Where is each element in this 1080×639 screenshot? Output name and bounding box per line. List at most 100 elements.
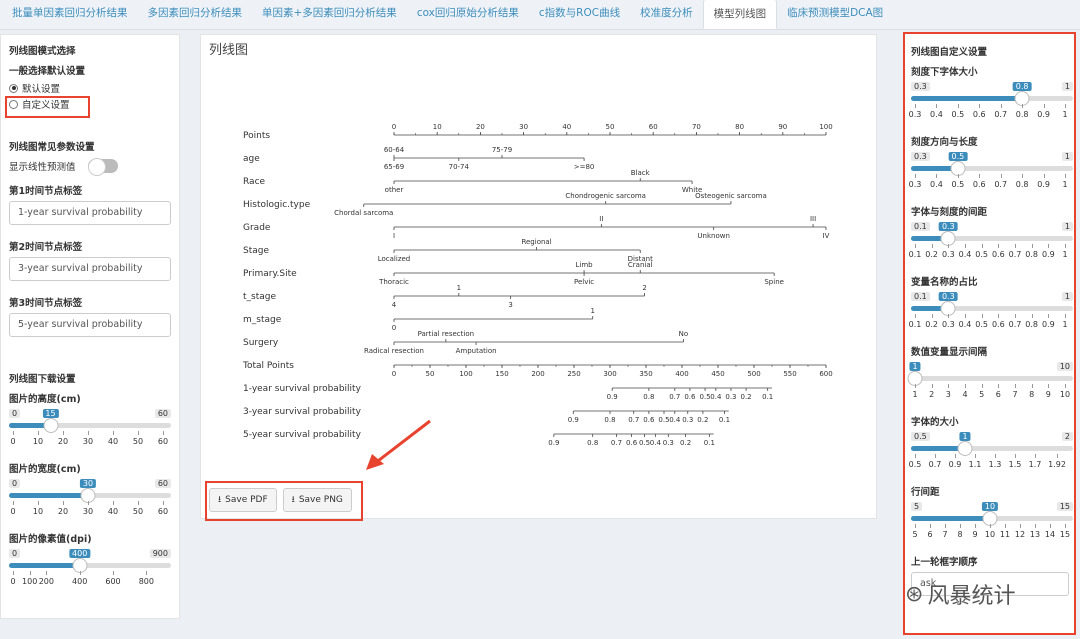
slider-tick-label: 800: [138, 577, 154, 586]
slider-tick-label: 1.1: [968, 460, 982, 469]
nomogram-tick-label: 0.1: [719, 416, 730, 424]
slider-tick-label: 5: [979, 390, 985, 399]
slider-tick: [915, 244, 916, 248]
s8-label: 上一轮框字顺序: [911, 557, 978, 568]
show-linear-row: 显示线性预测值: [9, 158, 171, 176]
nomogram-tick-label: 50: [426, 370, 435, 378]
slider-tick-label: 1: [1062, 180, 1068, 189]
slider-tick-label: 2: [929, 390, 935, 399]
slider-fill: [9, 563, 80, 568]
s5-label: 数值变量显示间隔: [911, 347, 988, 358]
nomogram-row-label: m_stage: [243, 315, 282, 325]
slider-tick: [1043, 174, 1045, 178]
slider-tick-label: 20: [57, 437, 69, 446]
slider-tick-labels: 0.1 0.2 0.3 0.4 0.5 0.6 0.7 0.8 0.9 1: [909, 250, 1073, 262]
slider-tick: [990, 524, 991, 528]
slider-tick: [981, 384, 983, 388]
nomogram-tick-label: III: [810, 215, 816, 223]
slider-tick: [936, 174, 938, 178]
s2-slider[interactable]: 0.3 1 0.5 0.3 0.4 0.5 0.6 0.7 0.8 0.9 1: [909, 152, 1073, 192]
slider-tick-labels: 5 6 7 8 9 10 11 12 13 14 15: [911, 530, 1073, 542]
slider-tick: [1020, 524, 1021, 528]
slider-tick-label: 1: [1062, 110, 1068, 119]
radio-default[interactable]: 默认设置: [9, 81, 171, 95]
slider-tick-label: 40: [107, 507, 119, 516]
slider-tick-label: 0.8: [1015, 180, 1029, 189]
slider-value-label: 0.3: [938, 292, 958, 301]
slider-tick-label: 4: [962, 390, 968, 399]
tab-5[interactable]: 校准度分析: [630, 0, 703, 29]
tab-0[interactable]: 批量单因素回归分析结果: [2, 0, 138, 29]
t2-input[interactable]: 3-year survival probability: [9, 257, 171, 281]
watermark: ⊛ 风暴统计: [905, 581, 1016, 610]
nomogram-tick-label: I: [393, 232, 395, 240]
slider-max-label: 900: [149, 549, 171, 558]
slider-tick-label: 10: [984, 530, 996, 539]
slider-tick: [995, 454, 996, 458]
s5-slider[interactable]: 10 1 1 2 3 4 5 6 7 8 9 10: [907, 362, 1073, 402]
slider-track[interactable]: [911, 376, 1073, 381]
slider-tick: [88, 501, 89, 505]
download-title: 列线图下载设置: [9, 374, 76, 385]
slider-value-label: 0.3: [938, 222, 958, 231]
slider-tick-label: 20: [57, 507, 69, 516]
nomogram-tick-label: 90: [778, 123, 787, 131]
slider-tick-label: 10: [32, 437, 44, 446]
slider-tick-labels: 0 100 200 400 600 800: [9, 577, 171, 589]
width-slider[interactable]: 0 60 30 0 10 20 30 40 50 60: [9, 479, 171, 519]
s6-slider[interactable]: 0.5 2 1 0.5 0.7 0.9 1.1 1.3 1.5 1.7 1.92: [909, 432, 1073, 472]
tab-1[interactable]: 多因素回归分析结果: [138, 0, 253, 29]
slider-tick-label: 1.92: [1048, 460, 1066, 469]
nomogram-tick-label: IV: [823, 232, 830, 240]
tab-2[interactable]: 单因素+多因素回归分析结果: [252, 0, 407, 29]
tab-3[interactable]: cox回归原始分析结果: [407, 0, 529, 29]
slider-tick: [1000, 174, 1002, 178]
slider-tick-label: 0.4: [958, 320, 972, 329]
nomogram-tick-label: 500: [747, 370, 760, 378]
nomogram-tick-label: 75-79: [492, 146, 512, 154]
s1-label: 刻度下字体大小: [911, 67, 978, 78]
mode-title: 列线图模式选择: [9, 46, 76, 57]
slider-tick-label: 9: [972, 530, 978, 539]
slider-min-label: 0: [9, 409, 21, 418]
slider-tick-label: 0.7: [928, 460, 942, 469]
slider-tick: [957, 174, 959, 178]
dpi-slider[interactable]: 0 900 400 0 100 200 400 600 800: [9, 549, 171, 589]
s3-slider[interactable]: 0.1 1 0.3 0.1 0.2 0.3 0.4 0.5 0.6 0.7 0.8 0.9 1: [909, 222, 1073, 262]
t1-input[interactable]: 1-year survival probability: [9, 201, 171, 225]
tab-4[interactable]: c指数与ROC曲线: [529, 0, 630, 29]
slider-tick: [13, 431, 14, 435]
t3-input[interactable]: 5-year survival probability: [9, 313, 171, 337]
nomogram-tick-label: 100: [459, 370, 472, 378]
slider-tick-label: 1: [1062, 320, 1068, 329]
tab-6[interactable]: 模型列线图: [702, 0, 778, 29]
nomogram-row-label: Points: [243, 131, 270, 141]
slider-tick: [981, 244, 983, 248]
s1-slider[interactable]: 0.3 1 0.8 0.3 0.4 0.5 0.6 0.7 0.8 0.9 1: [909, 82, 1073, 122]
slider-tick-label: 0.9: [1037, 110, 1050, 119]
slider-tick: [38, 501, 39, 505]
nomogram-tick-label: 0.2: [697, 416, 708, 424]
height-slider[interactable]: 0 60 15 0 10 20 30 40 50 60: [9, 409, 171, 449]
slider-tick-label: 8: [957, 530, 963, 539]
tab-7[interactable]: 临床预测模型DCA图: [777, 0, 893, 29]
slider-tick-label: 0: [10, 507, 16, 516]
slider-tick: [948, 244, 950, 248]
nomogram-tick-label: 65-69: [384, 163, 404, 171]
nomogram-row-label: Grade: [243, 223, 271, 233]
save-png-button[interactable]: ⭳ Save PNG: [282, 488, 352, 512]
nomogram-tick-label: 3: [508, 301, 512, 309]
slider-tick-label: 1: [1062, 250, 1068, 259]
nomogram-row-label: age: [243, 154, 260, 164]
nomogram-tick-label: 40: [562, 123, 571, 131]
slider-tick-label: 9: [1045, 390, 1051, 399]
show-linear-toggle[interactable]: [87, 158, 118, 176]
slider-tick: [63, 431, 64, 435]
slider-tick: [979, 174, 981, 178]
radio-dot-icon: [9, 83, 18, 93]
slider-tick: [915, 524, 916, 528]
save-pdf-button[interactable]: ⭳ Save PDF: [209, 488, 277, 512]
s7-slider[interactable]: 5 15 10 5 6 7 8 9 10 11 12 13 14 15: [911, 502, 1073, 542]
slider-tick-label: 0: [10, 577, 16, 586]
s4-slider[interactable]: 0.1 1 0.3 0.1 0.2 0.3 0.4 0.5 0.6 0.7 0.8 0.9 1: [909, 292, 1073, 332]
